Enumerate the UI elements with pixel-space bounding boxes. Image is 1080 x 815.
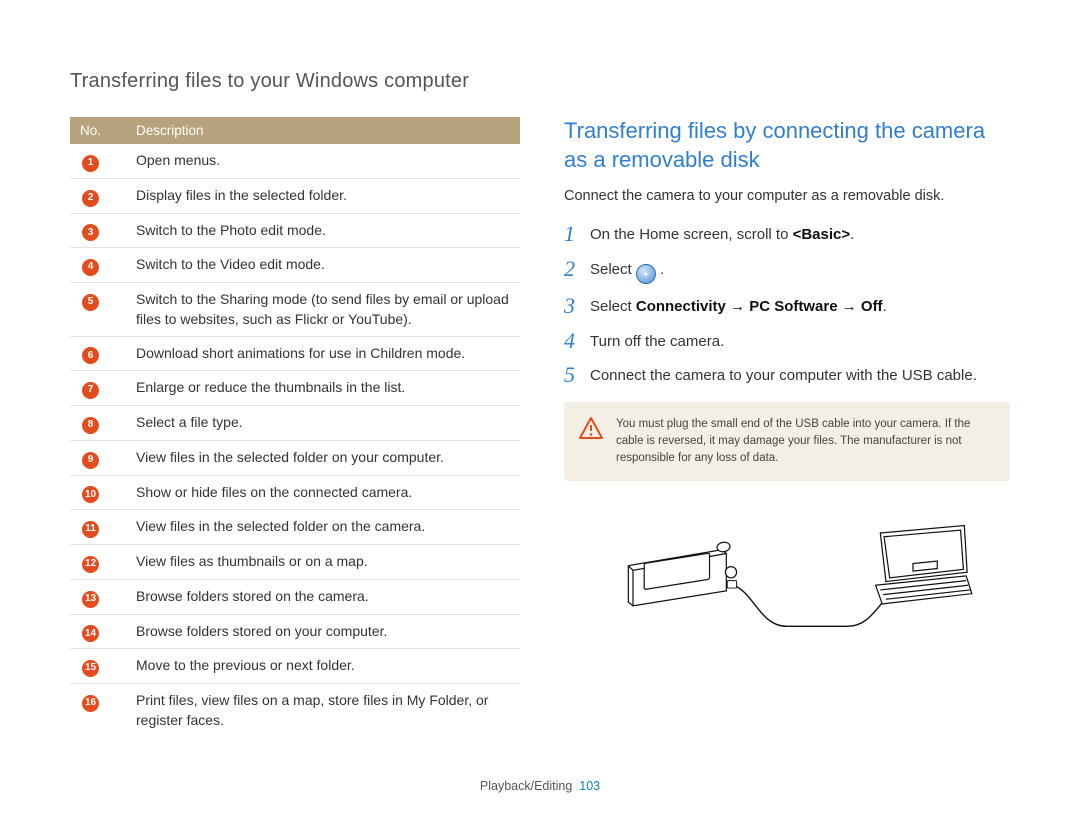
table-row: 13 Browse folders stored on the camera.	[70, 579, 520, 614]
step-2: 2 Select .	[564, 257, 1010, 285]
callout-description: Move to the previous or next folder.	[126, 649, 520, 684]
step-number: 1	[564, 222, 580, 246]
page-number: 103	[579, 779, 600, 793]
section-heading: Transferring files by connecting the cam…	[564, 117, 1010, 174]
table-row: 7 Enlarge or reduce the thumbnails in the…	[70, 371, 520, 406]
step-text-pre: Select	[590, 298, 636, 315]
page-title: Transferring files to your Windows compu…	[70, 70, 1010, 93]
step-text-pre: On the Home screen, scroll to	[590, 226, 793, 243]
section-intro: Connect the camera to your computer as a…	[564, 188, 1010, 204]
callout-description: Open menus.	[126, 144, 520, 178]
callout-description: Switch to the Sharing mode (to send file…	[126, 283, 520, 337]
step-number: 3	[564, 294, 580, 318]
callout-number-badge: 4	[82, 259, 99, 276]
callout-description: Browse folders stored on the camera.	[126, 579, 520, 614]
table-row: 14 Browse folders stored on your computer…	[70, 614, 520, 649]
settings-icon	[636, 264, 656, 284]
callout-number-badge: 15	[82, 660, 99, 677]
callout-description: Show or hide files on the connected came…	[126, 475, 520, 510]
step-3: 3 Select Connectivity → PC Software → Of…	[564, 294, 1010, 319]
callout-number-badge: 2	[82, 190, 99, 207]
step-text-bold: Connectivity → PC Software → Off	[636, 298, 883, 315]
callout-description: Display files in the selected folder.	[126, 178, 520, 213]
callout-description: Switch to the Photo edit mode.	[126, 213, 520, 248]
table-row: 8 Select a file type.	[70, 406, 520, 441]
table-row: 4 Switch to the Video edit mode.	[70, 248, 520, 283]
callout-description: View files as thumbnails or on a map.	[126, 545, 520, 580]
callout-number-badge: 16	[82, 695, 99, 712]
callout-number-badge: 14	[82, 625, 99, 642]
callout-number-badge: 12	[82, 556, 99, 573]
warning-box: You must plug the small end of the USB c…	[564, 402, 1010, 482]
callout-description: Enlarge or reduce the thumbnails in the …	[126, 371, 520, 406]
callout-number-badge: 13	[82, 591, 99, 608]
callout-description: View files in the selected folder on you…	[126, 440, 520, 475]
step-text-post: .	[850, 226, 854, 243]
callout-number-badge: 9	[82, 452, 99, 469]
table-row: 6 Download short animations for use in Ch…	[70, 336, 520, 371]
step-text: Connect the camera to your computer with…	[590, 363, 1010, 388]
step-text-pre: Select	[590, 261, 636, 278]
callout-number-badge: 11	[82, 521, 99, 538]
footer-section-label: Playback/Editing	[480, 779, 572, 793]
step-5: 5 Connect the camera to your computer wi…	[564, 363, 1010, 388]
col-header-no: No.	[70, 117, 126, 144]
callout-number-badge: 8	[82, 417, 99, 434]
table-row: 3 Switch to the Photo edit mode.	[70, 213, 520, 248]
callout-number-badge: 10	[82, 486, 99, 503]
step-4: 4 Turn off the camera.	[564, 329, 1010, 354]
table-row: 9 View files in the selected folder on yo…	[70, 440, 520, 475]
steps-list: 1 On the Home screen, scroll to <Basic>.…	[564, 222, 1010, 388]
step-number: 4	[564, 329, 580, 353]
table-row: 15 Move to the previous or next folder.	[70, 649, 520, 684]
table-row: 5 Switch to the Sharing mode (to send fil…	[70, 283, 520, 337]
step-number: 2	[564, 257, 580, 281]
description-table: No. Description 1 Open menus. 2 Display fil…	[70, 117, 520, 737]
warning-text: You must plug the small end of the USB c…	[616, 418, 970, 465]
callout-description: Select a file type.	[126, 406, 520, 441]
callout-number-badge: 7	[82, 382, 99, 399]
step-1: 1 On the Home screen, scroll to <Basic>.	[564, 222, 1010, 247]
callout-description: Print files, view files on a map, store …	[126, 684, 520, 737]
step-number: 5	[564, 363, 580, 387]
callout-number-badge: 6	[82, 347, 99, 364]
callout-description: View files in the selected folder on the…	[126, 510, 520, 545]
step-text-post: .	[660, 261, 664, 278]
table-row: 1 Open menus.	[70, 144, 520, 178]
table-row: 11 View files in the selected folder on t…	[70, 510, 520, 545]
callout-description: Browse folders stored on your computer.	[126, 614, 520, 649]
connection-illustration	[564, 505, 1010, 645]
callout-number-badge: 5	[82, 294, 99, 311]
callout-number-badge: 3	[82, 224, 99, 241]
table-row: 16 Print files, view files on a map, stor…	[70, 684, 520, 737]
step-text-post: .	[883, 298, 887, 315]
step-text-bold: <Basic>	[793, 226, 851, 243]
callout-number-badge: 1	[82, 155, 99, 172]
table-row: 2 Display files in the selected folder.	[70, 178, 520, 213]
step-text: Turn off the camera.	[590, 329, 1010, 354]
description-table-container: No. Description 1 Open menus. 2 Display fil…	[70, 117, 520, 737]
table-row: 10 Show or hide files on the connected ca…	[70, 475, 520, 510]
table-row: 12 View files as thumbnails or on a map.	[70, 545, 520, 580]
callout-description: Download short animations for use in Chi…	[126, 336, 520, 371]
callout-description: Switch to the Video edit mode.	[126, 248, 520, 283]
col-header-description: Description	[126, 117, 520, 144]
page-footer: Playback/Editing 103	[0, 779, 1080, 793]
warning-icon	[578, 416, 604, 440]
